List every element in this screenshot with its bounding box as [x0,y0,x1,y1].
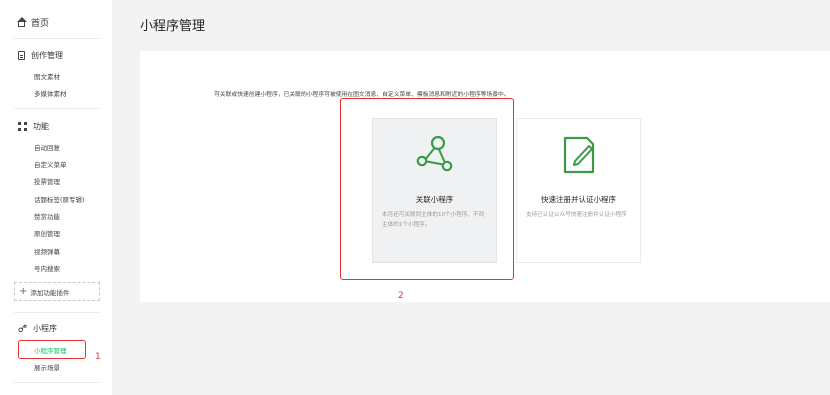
sidebar-item-media-material[interactable]: 多媒体素材 [34,88,67,98]
miniprogram-icon [18,324,27,333]
sidebar-item-article-material[interactable]: 图文素材 [34,71,60,81]
sidebar-item-custom-menu[interactable]: 自定义菜单 [34,159,67,169]
sidebar-item-original[interactable]: 原创管理 [34,228,60,238]
nav-home[interactable]: 首页 [17,16,50,29]
grid-icon [18,122,27,131]
document-edit-icon [563,136,595,174]
section-creation[interactable]: 创作管理 [18,50,63,61]
annotation-number-1: 1 [95,352,101,362]
divider [14,312,100,313]
sidebar-item-search[interactable]: 号内搜索 [34,263,60,273]
add-plugin-label: 添加功能插件 [30,288,70,297]
section-creation-label: 创作管理 [31,51,63,60]
home-icon [17,16,27,27]
divider [14,108,100,109]
sidebar-item-auto-reply[interactable]: 自动回复 [34,142,60,152]
nav-home-label: 首页 [31,19,50,29]
annotation-number-2: 2 [398,291,404,301]
add-plugin-button[interactable]: + 添加功能插件 [14,282,100,301]
sidebar-item-vote[interactable]: 投票管理 [34,176,60,186]
section-miniprogram[interactable]: 小程序 [18,323,57,334]
quick-register-card-desc: 支持已认证公众号快速注册并认证小程序 [526,212,627,218]
sidebar-item-topic-tags[interactable]: 话题标签(原专辑) [34,194,85,204]
section-functions-label: 功能 [33,122,49,131]
annotation-box-1 [18,340,86,359]
document-icon [18,51,25,60]
section-functions[interactable]: 功能 [18,121,49,132]
divider [14,38,100,39]
sidebar-item-display-scene[interactable]: 展示场景 [34,362,60,372]
quick-register-card[interactable]: 快速注册并认证小程序 支持已认证公众号快速注册并认证小程序 [516,118,641,263]
annotation-box-2 [340,98,514,280]
quick-register-card-title: 快速注册并认证小程序 [541,195,616,204]
page-title: 小程序管理 [140,19,206,34]
section-miniprogram-label: 小程序 [33,324,57,333]
divider [14,382,100,383]
sidebar-item-video-danmaku[interactable]: 视频弹幕 [34,246,60,256]
page-description: 可关联或快速创建小程序，已关联的小程序可被使用在图文消息、自定义菜单、模板消息和… [214,92,510,98]
plus-icon: + [19,285,28,297]
sidebar-item-appreciation[interactable]: 赞赏功能 [34,211,60,221]
sidebar: 首页 创作管理 图文素材 多媒体素材 功能 自动回复 自定义菜单 投票管理 话题… [0,0,112,395]
